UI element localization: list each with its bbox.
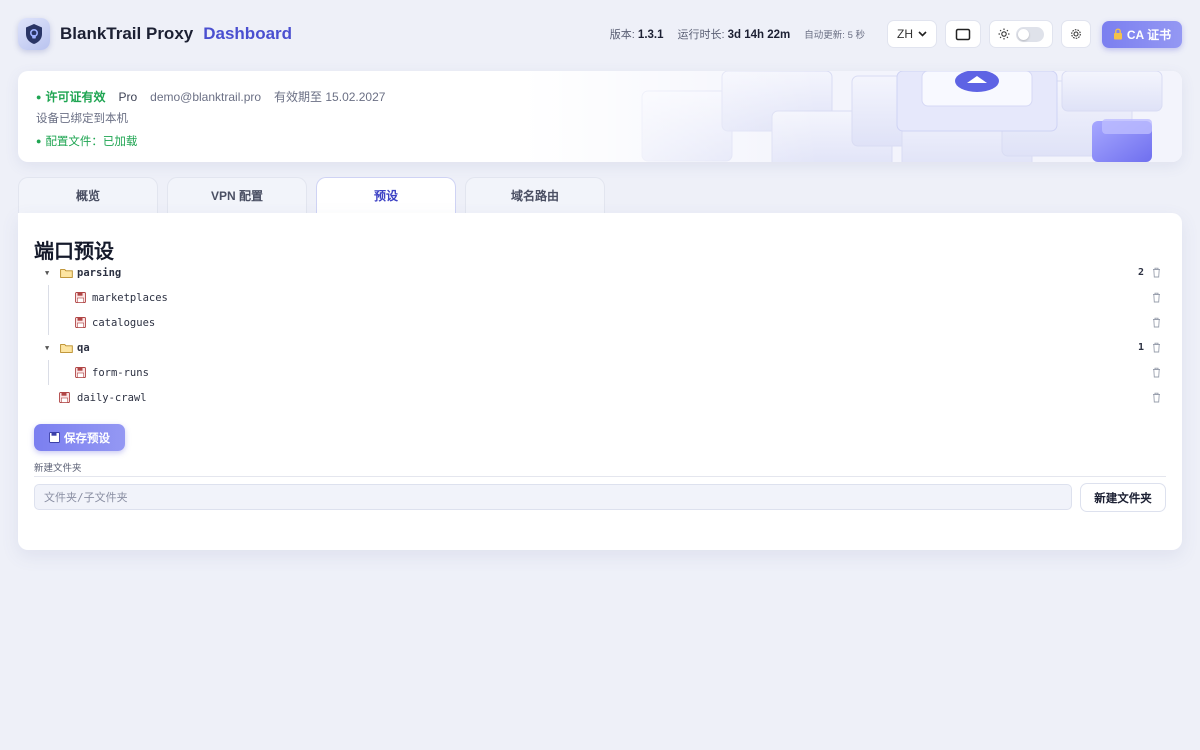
trash-icon[interactable] — [1152, 267, 1161, 278]
tree-folder-qa[interactable]: ▼ qa 1 — [34, 335, 1166, 360]
ca-certificate-button[interactable]: CA 证书 — [1102, 20, 1182, 48]
save-icon — [75, 367, 86, 378]
app-subtitle: Dashboard — [203, 24, 293, 43]
preset-name: marketplaces — [92, 291, 168, 304]
tab-vpn-config[interactable]: VPN 配置 — [167, 177, 307, 213]
autorefresh-label: 自动更新: — [804, 30, 845, 41]
caret-down-icon[interactable]: ▼ — [45, 269, 49, 277]
new-folder-input[interactable] — [34, 484, 1072, 510]
version-label: 版本: — [609, 29, 635, 41]
save-icon — [75, 292, 86, 303]
autorefresh-info: 自动更新: 5 秒 — [804, 27, 865, 41]
theme-switch[interactable] — [1016, 26, 1044, 42]
new-folder-label: 新建文件夹 — [34, 463, 82, 474]
hero-illustration — [522, 71, 1182, 162]
folder-count: 1 — [1137, 342, 1144, 353]
folder-count: 2 — [1137, 267, 1144, 278]
app-title: BlankTrail Proxy — [60, 24, 194, 43]
license-email: demo@blanktrail.pro — [150, 89, 262, 104]
window-button[interactable] — [945, 20, 981, 48]
folder-icon — [60, 343, 73, 353]
preset-name: daily-crawl — [77, 391, 147, 404]
tab-presets[interactable]: 预设 — [316, 177, 456, 213]
folder-icon — [60, 268, 73, 278]
gear-icon — [1071, 29, 1081, 39]
version-value: 1.3.1 — [637, 29, 664, 41]
license-card: ● 许可证有效 Pro demo@blanktrail.pro 有效期至 15.… — [18, 71, 1182, 162]
language-value: ZH — [897, 27, 913, 41]
tab-domain-routing[interactable]: 域名路由 — [465, 177, 605, 213]
trash-icon[interactable] — [1152, 392, 1161, 403]
license-status: 许可证有效 — [45, 90, 106, 104]
tab-overview[interactable]: 概览 — [18, 177, 158, 213]
lock-icon — [1113, 28, 1122, 40]
window-icon — [955, 28, 971, 40]
trash-icon[interactable] — [1152, 317, 1161, 328]
license-expiry: 有效期至 15.02.2027 — [274, 90, 386, 104]
new-folder-button[interactable]: 新建文件夹 — [1080, 483, 1166, 512]
preset-tree: ▼ parsing 2 marketplaces catalogues ▼ qa… — [34, 260, 1166, 410]
tab-label: 域名路由 — [510, 189, 559, 203]
config-dot-icon: ● — [36, 136, 42, 146]
tab-label: 概览 — [75, 189, 100, 203]
trash-icon[interactable] — [1152, 342, 1161, 353]
tree-item-catalogues[interactable]: catalogues — [34, 310, 1166, 335]
status-dot-icon: ● — [36, 91, 42, 102]
chevron-down-icon — [918, 31, 927, 37]
version-info: 版本: 1.3.1 — [610, 26, 664, 42]
tab-bar: 概览 VPN 配置 预设 域名路由 — [18, 177, 614, 213]
tree-item-marketplaces[interactable]: marketplaces — [34, 285, 1166, 310]
tree-item-form-runs[interactable]: form-runs — [34, 360, 1166, 385]
config-status: 配置文件：已加载 — [45, 136, 138, 148]
presets-panel: 端口预设 ▼ parsing 2 marketplaces catalogues… — [18, 213, 1182, 550]
tab-label: VPN 配置 — [210, 189, 263, 203]
trash-icon[interactable] — [1152, 292, 1161, 303]
save-icon — [59, 392, 70, 403]
trash-icon[interactable] — [1152, 367, 1161, 378]
app-header: BlankTrail Proxy Dashboard 版本: 1.3.1 运行时… — [0, 0, 1200, 68]
save-presets-button[interactable]: 保存预设 — [34, 424, 125, 451]
settings-button[interactable] — [1061, 20, 1091, 48]
preset-name: catalogues — [92, 316, 156, 329]
uptime-value: 3d 14h 22m — [727, 29, 791, 41]
caret-down-icon[interactable]: ▼ — [45, 344, 49, 352]
tree-item-daily-crawl[interactable]: daily-crawl — [34, 385, 1166, 410]
tab-label: 预设 — [373, 189, 398, 203]
sun-icon — [998, 28, 1010, 40]
uptime-label: 运行时长: — [677, 29, 725, 41]
ca-button-label: CA 证书 — [1126, 27, 1172, 42]
app-logo-icon — [18, 18, 50, 50]
device-binding: 设备已绑定到本机 — [36, 113, 128, 125]
theme-toggle[interactable] — [989, 20, 1053, 48]
language-select[interactable]: ZH — [887, 20, 937, 48]
preset-name: form-runs — [92, 366, 149, 379]
divider — [34, 476, 1166, 477]
license-plan: Pro — [118, 89, 138, 104]
autorefresh-value: 5 秒 — [847, 30, 865, 41]
tree-folder-parsing[interactable]: ▼ parsing 2 — [34, 260, 1166, 285]
folder-name: qa — [77, 341, 90, 354]
save-icon — [75, 317, 86, 328]
save-button-label: 保存预设 — [64, 432, 110, 445]
folder-name: parsing — [77, 266, 122, 279]
new-folder-button-label: 新建文件夹 — [1094, 492, 1152, 505]
uptime-info: 运行时长: 3d 14h 22m — [678, 26, 791, 42]
save-icon — [49, 432, 60, 443]
